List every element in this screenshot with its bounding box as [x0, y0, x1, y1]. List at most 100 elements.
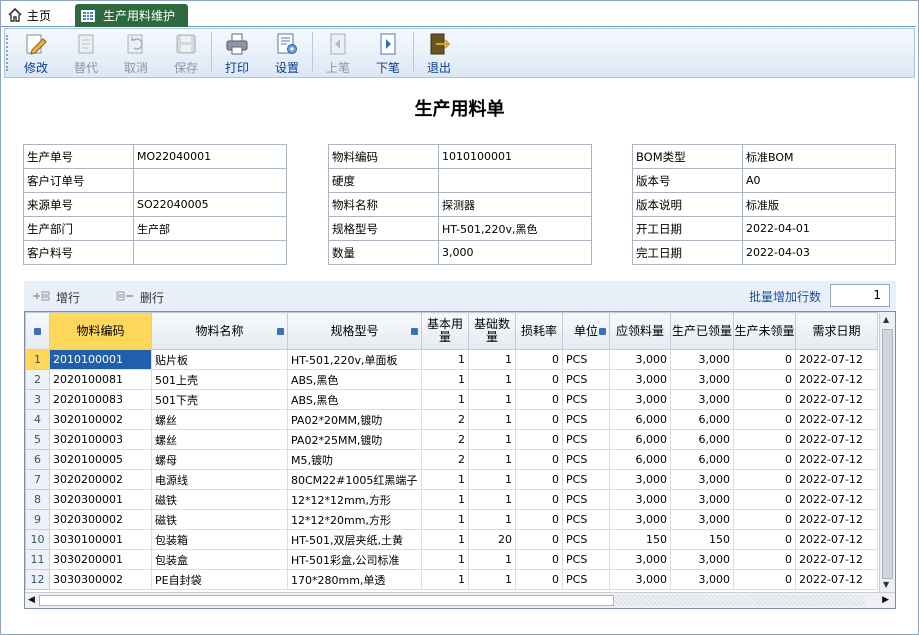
table-cell[interactable]: 3020200002: [49, 469, 152, 490]
table-cell[interactable]: 0: [733, 349, 796, 370]
info-value[interactable]: MO22040001: [133, 144, 287, 169]
table-cell[interactable]: 150: [670, 529, 734, 550]
table-cell[interactable]: 0: [515, 549, 563, 570]
table-cell[interactable]: 螺母: [151, 449, 288, 470]
table-cell[interactable]: 1: [468, 449, 516, 470]
vertical-scroll-thumb[interactable]: [882, 329, 893, 579]
table-cell[interactable]: 0: [515, 369, 563, 390]
table-cell[interactable]: PCS: [562, 389, 610, 410]
settings-button[interactable]: 设置: [262, 29, 312, 77]
table-cell[interactable]: 0: [515, 349, 563, 370]
table-cell[interactable]: 2022-07-12: [795, 449, 878, 470]
table-cell[interactable]: 2022-07-12: [795, 529, 878, 550]
row-number[interactable]: 5: [25, 429, 50, 450]
horizontal-scroll-thumb[interactable]: [39, 595, 614, 606]
table-cell[interactable]: 1: [468, 549, 516, 570]
table-row[interactable]: 8 3020300001 磁铁 12*12*12mm,方形 1 1 0 PCS 3,000 3,0…: [25, 489, 878, 510]
table-cell[interactable]: 2022-07-12: [795, 389, 878, 410]
table-cell[interactable]: 3,000: [609, 349, 671, 370]
vertical-scrollbar[interactable]: ▲ ▼: [879, 312, 895, 592]
table-cell[interactable]: 0: [515, 569, 563, 590]
table-cell[interactable]: 3,000: [670, 369, 734, 390]
batch-add-count-input[interactable]: 1: [830, 284, 890, 307]
table-cell[interactable]: 0: [733, 509, 796, 530]
table-cell[interactable]: PA02*20MM,镀叻: [287, 409, 422, 430]
table-cell[interactable]: 1: [421, 549, 469, 570]
table-cell[interactable]: 3030200001: [49, 549, 152, 570]
column-header[interactable]: 损耗率: [515, 312, 563, 350]
table-cell[interactable]: 1: [421, 509, 469, 530]
table-cell[interactable]: PCS: [562, 549, 610, 570]
table-cell[interactable]: 电源线: [151, 469, 288, 490]
table-cell[interactable]: 12*12*20mm,方形: [287, 509, 422, 530]
table-row[interactable]: 2 2020100081 501上壳 ABS,黑色 1 1 0 PCS 3,000 3,000 0 2…: [25, 369, 878, 390]
table-cell[interactable]: 501上壳: [151, 369, 288, 390]
table-cell[interactable]: 3020300002: [49, 509, 152, 530]
info-value[interactable]: 标准版: [742, 192, 896, 217]
row-number[interactable]: 10: [25, 529, 50, 550]
table-cell[interactable]: 6,000: [670, 409, 734, 430]
info-value[interactable]: [133, 240, 287, 265]
column-header[interactable]: 单位: [562, 312, 610, 350]
info-value[interactable]: 生产部: [133, 216, 287, 241]
table-cell[interactable]: PE自封袋: [151, 569, 288, 590]
table-cell[interactable]: 501下壳: [151, 389, 288, 410]
table-cell[interactable]: 3,000: [670, 349, 734, 370]
replace-button[interactable]: 替代: [61, 29, 111, 77]
horizontal-scrollbar[interactable]: ◀ ▶: [25, 592, 895, 608]
table-cell[interactable]: 0: [515, 489, 563, 510]
table-cell[interactable]: 磁铁: [151, 509, 288, 530]
table-cell[interactable]: 1: [468, 389, 516, 410]
table-cell[interactable]: 3,000: [609, 389, 671, 410]
table-cell[interactable]: 螺丝: [151, 409, 288, 430]
table-cell[interactable]: 3,000: [670, 389, 734, 410]
table-cell[interactable]: 6,000: [609, 429, 671, 450]
table-cell[interactable]: 3,000: [609, 569, 671, 590]
column-header[interactable]: 需求日期: [795, 312, 878, 350]
table-cell[interactable]: 2022-07-12: [795, 369, 878, 390]
table-cell[interactable]: 0: [515, 449, 563, 470]
table-cell[interactable]: 2022-07-12: [795, 569, 878, 590]
table-cell[interactable]: PCS: [562, 449, 610, 470]
table-cell[interactable]: 1: [468, 409, 516, 430]
info-value[interactable]: HT-501,220v,黑色: [438, 216, 592, 241]
table-cell[interactable]: HT-501,220v,单面板: [287, 349, 422, 370]
toolbar-grip[interactable]: [6, 35, 9, 71]
table-cell[interactable]: 0: [515, 469, 563, 490]
table-cell[interactable]: 3,000: [670, 549, 734, 570]
table-cell[interactable]: 2: [421, 409, 469, 430]
table-row[interactable]: 4 3020100002 螺丝 PA02*20MM,镀叻 2 1 0 PCS 6,000 6,00…: [25, 409, 878, 430]
table-cell[interactable]: 0: [515, 529, 563, 550]
table-cell[interactable]: 1: [421, 389, 469, 410]
table-cell[interactable]: 3,000: [670, 509, 734, 530]
table-cell[interactable]: 0: [515, 389, 563, 410]
print-button[interactable]: 打印: [212, 29, 262, 77]
table-cell[interactable]: 0: [733, 529, 796, 550]
info-value[interactable]: [133, 168, 287, 193]
table-row[interactable]: 6 3020100005 螺母 M5,镀叻 2 1 0 PCS 6,000 6,000 0 2022-…: [25, 449, 878, 470]
table-cell[interactable]: PCS: [562, 489, 610, 510]
table-cell[interactable]: 80CM22#1005红黑端子: [287, 469, 422, 490]
row-number[interactable]: 1: [25, 349, 50, 370]
row-number[interactable]: 8: [25, 489, 50, 510]
table-cell[interactable]: 磁铁: [151, 489, 288, 510]
table-cell[interactable]: 0: [733, 489, 796, 510]
table-cell[interactable]: 2020100083: [49, 389, 152, 410]
scroll-down-icon[interactable]: ▼: [883, 580, 889, 589]
table-cell[interactable]: 2022-07-12: [795, 489, 878, 510]
table-row[interactable]: 1 2010100001 贴片板 HT-501,220v,单面板 1 1 0 PCS 3,000…: [25, 349, 878, 370]
table-cell[interactable]: 3,000: [609, 469, 671, 490]
table-cell[interactable]: 3,000: [609, 489, 671, 510]
table-cell[interactable]: 2010100001: [49, 349, 152, 370]
table-cell[interactable]: 1: [421, 469, 469, 490]
table-cell[interactable]: 3020100002: [49, 409, 152, 430]
table-cell[interactable]: 3,000: [670, 569, 734, 590]
table-cell[interactable]: 3020300001: [49, 489, 152, 510]
table-cell[interactable]: 170*280mm,单透: [287, 569, 422, 590]
table-cell[interactable]: 0: [515, 429, 563, 450]
table-cell[interactable]: M5,镀叻: [287, 449, 422, 470]
table-cell[interactable]: 0: [733, 369, 796, 390]
delete-row-button[interactable]: 删行: [116, 289, 164, 306]
info-value[interactable]: 2022-04-03: [742, 240, 896, 265]
info-value[interactable]: SO22040005: [133, 192, 287, 217]
